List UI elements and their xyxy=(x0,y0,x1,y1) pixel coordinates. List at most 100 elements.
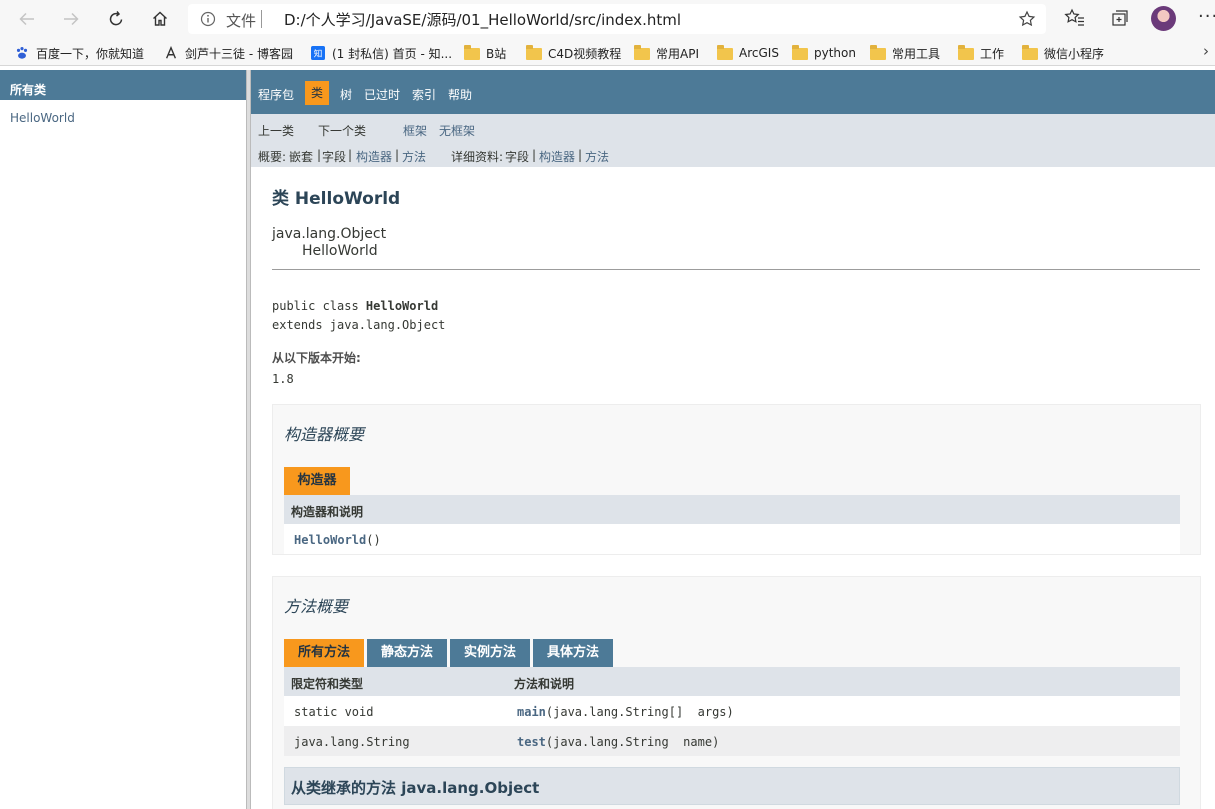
nav-package[interactable]: 程序包 xyxy=(258,86,294,103)
info-icon[interactable] xyxy=(200,11,216,27)
folder-icon xyxy=(1022,45,1038,60)
method-signature: test(java.lang.String name) xyxy=(517,735,719,749)
col-modifier-type: 限定符和类型 xyxy=(291,677,364,691)
method-params: (java.lang.String[] args) xyxy=(545,705,734,719)
col-method-desc: 方法和说明 xyxy=(514,677,575,691)
method-summary-heading: 方法概要 xyxy=(284,597,349,616)
bookmark-label: B站 xyxy=(486,46,507,61)
forward-arrow-icon xyxy=(64,12,79,26)
summary-constructor-link[interactable]: 构造器 xyxy=(356,148,392,165)
back-button[interactable] xyxy=(14,6,40,32)
home-button[interactable] xyxy=(147,6,173,32)
bookmark-label: 微信小程序 xyxy=(1044,46,1105,61)
method-link-main[interactable]: main xyxy=(517,705,546,719)
prev-class-label: 上一类 xyxy=(258,124,295,138)
bookmark-label: 剑芦十三徒 - 博客园 xyxy=(185,46,293,61)
bookmark-label: 百度一下，你就知道 xyxy=(36,46,145,61)
summary-method-link[interactable]: 方法 xyxy=(402,148,426,165)
favorite-star-icon[interactable] xyxy=(1018,10,1036,28)
tab-concrete-methods[interactable]: 具体方法 xyxy=(533,639,613,667)
constructor-summary-heading: 构造器概要 xyxy=(284,425,365,444)
profile-avatar[interactable] xyxy=(1151,6,1176,31)
folder-icon xyxy=(958,45,974,60)
nav-class-active: 类 xyxy=(305,81,329,105)
bookmark-cnblogs[interactable]: 剑芦十三徒 - 博客园 xyxy=(163,44,293,62)
bookmark-label: 工作 xyxy=(980,46,1005,61)
summary-sep: | xyxy=(317,148,322,162)
folder-icon xyxy=(870,45,886,60)
table-row: static void main(java.lang.String[] args… xyxy=(284,696,1180,726)
section-divider xyxy=(272,269,1200,270)
inheritance-root: java.lang.Object xyxy=(272,226,387,242)
no-frames-link[interactable]: 无框架 xyxy=(439,122,475,139)
nav-index[interactable]: 索引 xyxy=(412,86,436,103)
sub-nav-bar: 上一类 下一个类 框架 无框架 概要: 嵌套 | 字段 | 构造器 | 方法 详… xyxy=(251,114,1215,167)
svg-text:知: 知 xyxy=(314,48,323,60)
bookmark-label: (1 封私信) 首页 - 知... xyxy=(332,46,453,61)
url-scheme-label: 文件 xyxy=(226,12,257,30)
detail-sep: | xyxy=(578,148,583,162)
bookmark-label: 常用工具 xyxy=(892,46,941,61)
refresh-icon xyxy=(109,11,123,26)
decl-prefix: public class xyxy=(272,299,366,313)
detail-method-link[interactable]: 方法 xyxy=(585,148,609,165)
folder-icon xyxy=(634,45,650,60)
baidu-paw-icon xyxy=(16,47,28,59)
detail-constructor-link[interactable]: 构造器 xyxy=(539,148,575,165)
inherited-methods-heading: 从类继承的方法 java.lang.Object xyxy=(284,767,1180,805)
bookmark-baidu[interactable]: 百度一下，你就知道 xyxy=(14,44,144,62)
url-text[interactable]: D:/个人学习/JavaSE/源码/01_HelloWorld/src/inde… xyxy=(284,9,681,30)
since-value: 1.8 xyxy=(272,372,294,386)
collections-icon[interactable] xyxy=(1109,7,1131,29)
tab-all-methods[interactable]: 所有方法 xyxy=(284,639,364,667)
next-class-label: 下一个类 xyxy=(318,124,367,138)
constructor-link-helloworld[interactable]: HelloWorld xyxy=(294,533,366,547)
bookmark-folder-c4d[interactable]: C4D视频教程 xyxy=(526,44,621,62)
folder-icon xyxy=(717,45,733,60)
tab-static-methods[interactable]: 静态方法 xyxy=(367,639,447,667)
constructor-summary-block: 构造器概要 构造器 构造器和说明 HelloWorld() xyxy=(272,404,1201,555)
tab-constructors: 构造器 xyxy=(284,467,350,495)
refresh-button[interactable] xyxy=(103,6,129,32)
bookmark-folder-miniprogram[interactable]: 微信小程序 xyxy=(1022,44,1104,62)
nav-deprecated[interactable]: 已过时 xyxy=(364,86,400,103)
detail-label: 详细资料: xyxy=(451,150,504,164)
bookmark-label: C4D视频教程 xyxy=(548,46,622,61)
tab-instance-methods[interactable]: 实例方法 xyxy=(450,639,530,667)
bookmark-folder-arcgis[interactable]: ArcGIS xyxy=(717,44,779,62)
class-doc-frame: 程序包 类 树 已过时 索引 帮助 上一类 下一个类 框架 无框架 概要: 嵌套… xyxy=(251,70,1215,809)
all-classes-header: 所有类 xyxy=(0,70,246,100)
col-constructor-desc: 构造器和说明 xyxy=(291,505,364,519)
method-table-header: 限定符和类型 方法和说明 xyxy=(284,667,1180,696)
inheritance-child: HelloWorld xyxy=(302,243,378,259)
top-nav-bar: 程序包 类 树 已过时 索引 帮助 xyxy=(251,70,1215,114)
bookmark-folder-api[interactable]: 常用API xyxy=(634,44,699,62)
bookmark-folder-work[interactable]: 工作 xyxy=(958,44,1004,62)
browser-toolbar: 文件 D:/个人学习/JavaSE/源码/01_HelloWorld/src/i… xyxy=(0,0,1215,38)
back-arrow-icon xyxy=(19,12,34,26)
method-modifier: static void xyxy=(294,705,374,719)
method-link-test[interactable]: test xyxy=(517,735,546,749)
home-icon xyxy=(153,11,167,26)
class-declaration: public class HelloWorld xyxy=(272,299,438,313)
nav-tree[interactable]: 树 xyxy=(340,86,352,103)
folder-icon xyxy=(526,45,542,60)
summary-field: 字段 xyxy=(322,150,347,164)
method-signature: main(java.lang.String[] args) xyxy=(517,705,734,719)
table-row: java.lang.String test(java.lang.String n… xyxy=(284,726,1180,756)
nav-help[interactable]: 帮助 xyxy=(448,86,472,103)
address-bar[interactable]: 文件 D:/个人学习/JavaSE/源码/01_HelloWorld/src/i… xyxy=(188,4,1046,34)
forward-button[interactable] xyxy=(58,6,84,32)
bookmark-zhihu[interactable]: 知 (1 封私信) 首页 - 知... xyxy=(310,44,452,62)
method-summary-block: 方法概要 所有方法 静态方法 实例方法 具体方法 限定符和类型 方法和说明 st… xyxy=(272,576,1201,809)
bookmark-folder-bilibili[interactable]: B站 xyxy=(464,44,506,62)
bookmark-label: 常用API xyxy=(656,46,699,61)
class-link-helloworld[interactable]: HelloWorld xyxy=(10,111,75,125)
bookmark-folder-tools[interactable]: 常用工具 xyxy=(870,44,940,62)
frames-link[interactable]: 框架 xyxy=(403,122,427,139)
bookmarks-bar: 百度一下，你就知道 剑芦十三徒 - 博客园 知 (1 封私信) 首页 - 知..… xyxy=(0,38,1215,66)
favorites-icon[interactable] xyxy=(1064,7,1086,29)
bookmark-folder-python[interactable]: python xyxy=(792,44,856,62)
bookmarks-overflow-icon[interactable]: › xyxy=(1203,42,1209,60)
more-menu-icon[interactable]: ··· xyxy=(1198,6,1215,27)
